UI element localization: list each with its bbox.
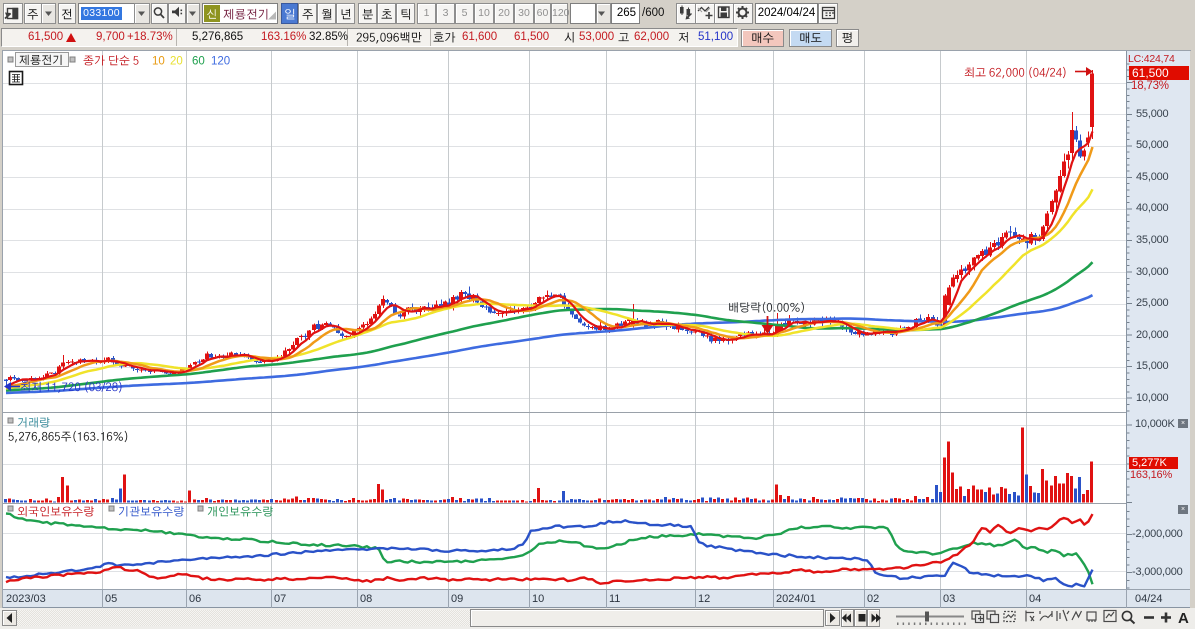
svg-text:20: 20 — [170, 56, 183, 68]
svg-text:10: 10 — [152, 56, 165, 68]
svg-text:120: 120 — [211, 56, 230, 68]
svg-text:60: 60 — [192, 56, 205, 68]
